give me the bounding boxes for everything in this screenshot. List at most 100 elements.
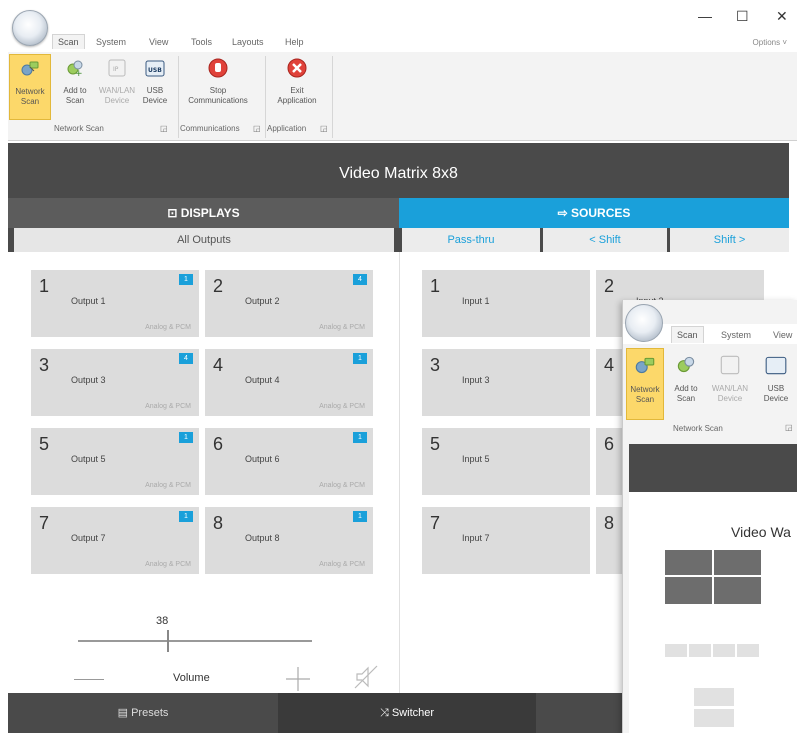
input-tile-1[interactable]: 1 Input 1: [422, 270, 590, 337]
output-number: 1: [39, 276, 50, 296]
usb-icon: USB: [145, 60, 165, 77]
output-tile-1[interactable]: 1 Output 1 Analog & PCM 1: [31, 270, 199, 337]
output-format: Analog & PCM: [319, 561, 365, 568]
output-tile-2[interactable]: 2 Output 2 Analog & PCM 4: [205, 270, 373, 337]
group-label-network-scan: Network Scan: [54, 124, 104, 133]
overlay-network-scan-button[interactable]: Network Scan: [626, 348, 664, 420]
output-format: Analog & PCM: [145, 482, 191, 489]
tab-scan[interactable]: Scan: [52, 34, 85, 49]
video-wall-cell[interactable]: [665, 550, 712, 575]
output-number: 7: [39, 513, 50, 533]
display-thumb[interactable]: [694, 688, 734, 706]
input-name: Input 7: [462, 533, 490, 543]
output-source-badge: 1: [179, 432, 193, 443]
overlay-usb-button[interactable]: USB Device: [757, 348, 795, 420]
add-to-scan-icon: +: [67, 60, 83, 79]
overlay-group-label: Network Scan: [673, 424, 723, 433]
overlay-app-area: Video Wa: [629, 444, 797, 733]
tab-sources[interactable]: ⇨ SOURCES: [399, 198, 789, 228]
group-divider: [178, 56, 179, 138]
tab-layouts[interactable]: Layouts: [232, 37, 264, 47]
add-to-scan-button[interactable]: + Add to Scan: [54, 54, 96, 120]
output-source-badge: 1: [353, 353, 367, 364]
output-tile-6[interactable]: 6 Output 6 Analog & PCM 1: [205, 428, 373, 495]
input-tile-3[interactable]: 3 Input 3: [422, 349, 590, 416]
output-source-badge: 1: [179, 511, 193, 522]
network-scan-launcher-icon[interactable]: ◲: [160, 124, 168, 133]
group-divider: [332, 56, 333, 138]
output-tile-8[interactable]: 8 Output 8 Analog & PCM 1: [205, 507, 373, 574]
output-tile-4[interactable]: 4 Output 4 Analog & PCM 1: [205, 349, 373, 416]
overlay-tab-view[interactable]: View: [773, 330, 792, 340]
overlay-add-to-scan-button[interactable]: Add to Scan: [667, 348, 705, 420]
wan-lan-device-button[interactable]: IP WAN/LAN Device: [96, 54, 138, 120]
overlay-application-orb[interactable]: [625, 304, 663, 342]
output-number: 3: [39, 355, 50, 375]
overlay-tab-system[interactable]: System: [721, 330, 751, 340]
display-thumb[interactable]: [689, 644, 711, 657]
overlay-tab-scan[interactable]: Scan: [671, 326, 704, 343]
displays-icon: ⊡: [167, 206, 178, 220]
shift-left-button[interactable]: < Shift: [543, 228, 667, 252]
presets-icon: ▤: [117, 707, 129, 719]
minimize-button[interactable]: —: [698, 8, 712, 24]
maximize-button[interactable]: ☐: [736, 8, 749, 25]
volume-slider-track[interactable]: [78, 640, 312, 642]
tab-help[interactable]: Help: [285, 37, 304, 47]
input-number: 2: [604, 276, 615, 296]
communications-launcher-icon[interactable]: ◲: [253, 124, 261, 133]
output-name: Output 3: [71, 375, 106, 385]
input-number: 1: [430, 276, 441, 296]
all-outputs-button[interactable]: All Outputs: [14, 228, 394, 252]
input-name: Input 1: [462, 296, 490, 306]
group-label-application: Application: [267, 124, 307, 133]
presets-button[interactable]: ▤ Presets: [8, 693, 278, 733]
input-name: Input 3: [462, 375, 490, 385]
group-label-communications: Communications: [180, 124, 240, 133]
overlay-wan-lan-button[interactable]: WAN/LAN Device: [711, 348, 749, 420]
video-wall-cell[interactable]: [714, 550, 761, 575]
svg-text:USB: USB: [148, 67, 162, 74]
group-divider: [265, 56, 266, 138]
tab-view[interactable]: View: [149, 37, 168, 47]
close-button[interactable]: ✕: [776, 8, 788, 25]
output-format: Analog & PCM: [319, 403, 365, 410]
output-tile-7[interactable]: 7 Output 7 Analog & PCM 1: [31, 507, 199, 574]
output-tile-3[interactable]: 3 Output 3 Analog & PCM 4: [31, 349, 199, 416]
usb-device-button[interactable]: USB USB Device: [134, 54, 176, 120]
shift-right-button[interactable]: Shift >: [670, 228, 789, 252]
overlay-launcher-icon[interactable]: ◲: [785, 423, 793, 432]
output-name: Output 1: [71, 296, 106, 306]
title-bar: — ☐ ✕: [8, 0, 797, 34]
application-menu-orb[interactable]: [12, 10, 48, 46]
tab-tools[interactable]: Tools: [191, 37, 212, 47]
display-thumb[interactable]: [665, 644, 687, 657]
tab-displays[interactable]: ⊡ DISPLAYS: [8, 198, 399, 228]
volume-value: 38: [156, 615, 169, 627]
display-thumb[interactable]: [713, 644, 735, 657]
input-tile-5[interactable]: 5 Input 5: [422, 428, 590, 495]
input-name: Input 5: [462, 454, 490, 464]
display-thumb[interactable]: [737, 644, 759, 657]
application-launcher-icon[interactable]: ◲: [320, 124, 328, 133]
stop-communications-button[interactable]: Stop Communications: [180, 54, 256, 120]
options-menu[interactable]: Options ˅: [753, 38, 787, 47]
input-tile-7[interactable]: 7 Input 7: [422, 507, 590, 574]
volume-down-button[interactable]: [74, 679, 104, 680]
switcher-button[interactable]: ⤨ Switcher: [278, 693, 536, 733]
pass-thru-button[interactable]: Pass-thru: [402, 228, 540, 252]
mute-speaker-icon[interactable]: [351, 663, 381, 691]
network-scan-button[interactable]: Network Scan: [9, 54, 51, 120]
video-wall-cell[interactable]: [665, 577, 712, 604]
output-tile-5[interactable]: 5 Output 5 Analog & PCM 1: [31, 428, 199, 495]
sources-icon: ⇨: [557, 206, 568, 220]
exit-application-button[interactable]: Exit Application: [267, 54, 327, 120]
displays-panel: 1 Output 1 Analog & PCM 1 2 Output 2 Ana…: [8, 252, 399, 693]
volume-slider-thumb[interactable]: [166, 630, 169, 652]
volume-up-button[interactable]: [284, 665, 312, 693]
display-thumb[interactable]: [694, 709, 734, 727]
input-number: 7: [430, 513, 441, 533]
video-wall-cell[interactable]: [714, 577, 761, 604]
tab-system[interactable]: System: [96, 37, 126, 47]
add-to-scan-icon: [677, 356, 695, 373]
